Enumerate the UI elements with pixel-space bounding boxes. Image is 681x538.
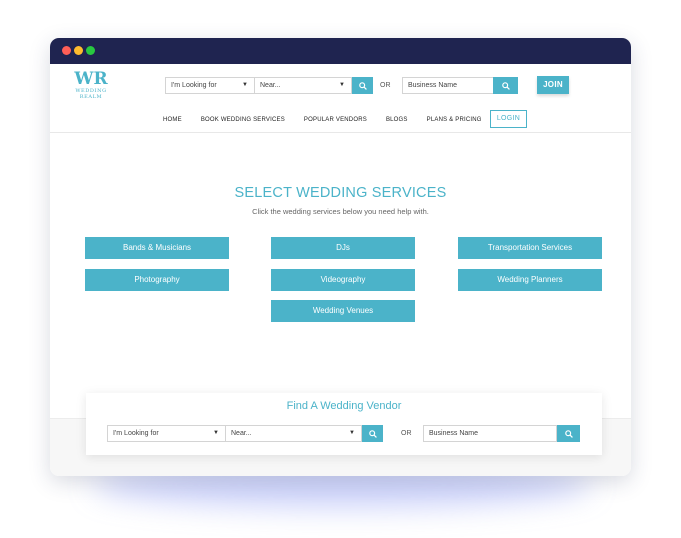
page-subtitle: Click the wedding services below you nee… <box>252 207 429 216</box>
logo-mark: WR <box>74 69 108 89</box>
chevron-down-icon: ▼ <box>339 82 345 88</box>
login-button[interactable]: LOGIN <box>490 110 527 128</box>
business-name-placeholder: Business Name <box>408 82 458 89</box>
business-search-button[interactable] <box>493 77 518 94</box>
minimize-window-button[interactable] <box>74 46 83 55</box>
nav-item-book-wedding-services[interactable]: BOOK WEDDING SERVICES <box>201 117 285 123</box>
service-bands-musicians[interactable]: Bands & Musicians <box>85 237 229 259</box>
service-wedding-venues[interactable]: Wedding Venues <box>271 300 415 322</box>
looking-for-select[interactable]: I'm Looking for ▼ <box>165 77 255 94</box>
page-title: SELECT WEDDING SERVICES <box>234 185 447 201</box>
search-icon <box>368 430 377 438</box>
nav-item-home[interactable]: HOME <box>163 117 182 123</box>
finder-or-label: OR <box>401 430 412 437</box>
finder-near-select[interactable]: Near... ▼ <box>225 425 362 442</box>
finder-search-button[interactable] <box>362 425 383 442</box>
search-icon <box>358 82 367 90</box>
service-wedding-planners[interactable]: Wedding Planners <box>458 269 602 291</box>
site-header: WR WEDDING REALM I'm Looking for ▼ Near.… <box>50 64 631 133</box>
finder-looking-for-value: I'm Looking for <box>113 430 159 437</box>
service-photography[interactable]: Photography <box>85 269 229 291</box>
near-value: Near... <box>260 82 281 89</box>
maximize-window-button[interactable] <box>86 46 95 55</box>
logo-line-2: REALM <box>79 94 103 100</box>
search-icon <box>564 430 573 438</box>
chevron-down-icon: ▼ <box>213 430 219 436</box>
nav-item-blogs[interactable]: BLOGS <box>386 117 408 123</box>
service-videography[interactable]: Videography <box>271 269 415 291</box>
finder-looking-for-select[interactable]: I'm Looking for ▼ <box>107 425 226 442</box>
window-titlebar <box>50 38 631 64</box>
wedding-realm-logo[interactable]: WR WEDDING REALM <box>72 70 110 100</box>
join-button[interactable]: JOIN <box>537 76 569 94</box>
close-window-button[interactable] <box>62 46 71 55</box>
near-select[interactable]: Near... ▼ <box>254 77 352 94</box>
service-djs[interactable]: DJs <box>271 237 415 259</box>
or-label: OR <box>380 82 391 89</box>
nav-item-popular-vendors[interactable]: POPULAR VENDORS <box>304 117 367 123</box>
finder-business-name-input[interactable]: Business Name <box>423 425 557 442</box>
nav-item-plans-pricing[interactable]: PLANS & PRICING <box>427 117 482 123</box>
chevron-down-icon: ▼ <box>242 82 248 88</box>
search-icon <box>501 82 510 90</box>
vendor-finder-title: Find A Wedding Vendor <box>286 400 402 412</box>
service-transportation[interactable]: Transportation Services <box>458 237 602 259</box>
vendor-finder-panel: Find A Wedding Vendor I'm Looking for ▼ … <box>86 393 602 455</box>
search-button[interactable] <box>352 77 373 94</box>
browser-window: WR WEDDING REALM I'm Looking for ▼ Near.… <box>50 38 631 476</box>
finder-business-search-button[interactable] <box>557 425 580 442</box>
business-name-input[interactable]: Business Name <box>402 77 494 94</box>
main-nav: HOME BOOK WEDDING SERVICES POPULAR VENDO… <box>163 112 501 127</box>
finder-near-value: Near... <box>231 430 252 437</box>
chevron-down-icon: ▼ <box>349 430 355 436</box>
looking-for-value: I'm Looking for <box>171 82 217 89</box>
finder-business-name-placeholder: Business Name <box>429 430 479 437</box>
